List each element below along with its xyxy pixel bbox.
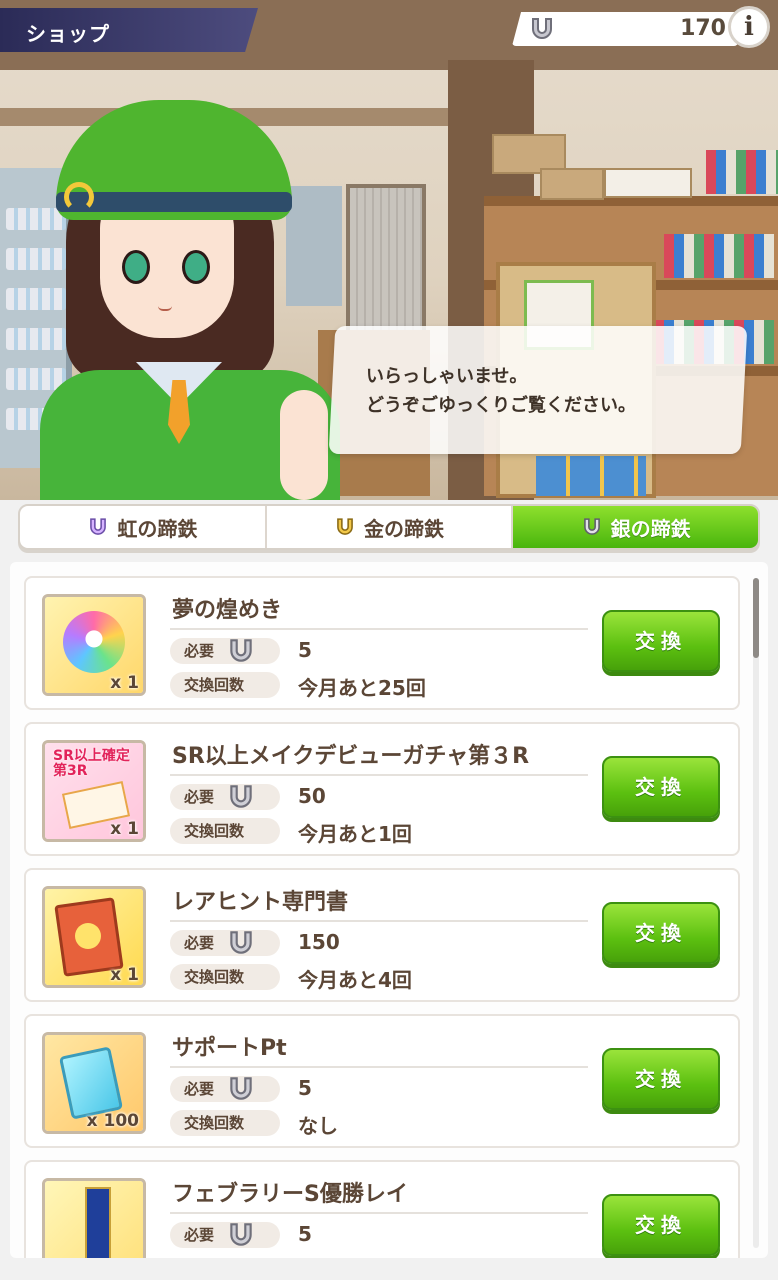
item-quantity: x 1 bbox=[110, 819, 139, 839]
exchange-count-label: 交換回数 bbox=[170, 818, 280, 844]
dialog-line-2: どうぞごゆっくりご覧ください。 bbox=[365, 395, 636, 416]
required-label: 必要 bbox=[170, 930, 280, 956]
cardboard-box bbox=[540, 168, 604, 200]
item-remaining: 今月あと4回 bbox=[298, 968, 412, 992]
item-cost: 5 bbox=[298, 1222, 312, 1246]
ticket-tag: SR以上確定第3R bbox=[53, 748, 130, 779]
cardboard-box bbox=[604, 168, 692, 198]
currency-display: 170 bbox=[512, 12, 738, 46]
item-remaining: 今月あと25回 bbox=[298, 676, 426, 700]
scrollbar-track[interactable] bbox=[753, 578, 759, 1248]
shopkeeper-character bbox=[30, 70, 360, 500]
shop-goods bbox=[536, 456, 646, 496]
item-cost: 5 bbox=[298, 638, 312, 662]
required-label: 必要 bbox=[170, 1076, 280, 1102]
currency-tabs: 虹の蹄鉄 金の蹄鉄 銀の蹄鉄 bbox=[18, 504, 760, 550]
info-button[interactable]: i bbox=[728, 6, 770, 48]
divider bbox=[170, 1066, 588, 1068]
lei-icon bbox=[42, 1178, 146, 1258]
info-icon: i bbox=[744, 12, 754, 42]
item-name: SR以上メイクデビューガチャ第３R bbox=[172, 744, 530, 769]
list-item: x 100 サポートPt 必要 5 交換回数 なし 交換 bbox=[24, 1014, 740, 1148]
horseshoe-silver-icon bbox=[532, 18, 552, 39]
item-quantity: x 100 bbox=[86, 1111, 139, 1131]
currency-amount: 170 bbox=[680, 16, 726, 41]
item-cost: 150 bbox=[298, 930, 340, 954]
item-cost: 50 bbox=[298, 784, 326, 808]
page-title-tab: ショップ bbox=[0, 8, 258, 52]
horseshoe-silver-icon bbox=[230, 931, 252, 954]
dialog-line-1: いらっしゃいませ。 bbox=[365, 366, 528, 387]
support-pt-icon: x 100 bbox=[42, 1032, 146, 1134]
divider bbox=[170, 1212, 588, 1214]
divider bbox=[170, 628, 588, 630]
list-item: SR以上確定第3R x 1 SR以上メイクデビューガチャ第３R 必要 50 交換… bbox=[24, 722, 740, 856]
horseshoe-rainbow-icon bbox=[90, 518, 107, 535]
tab-label: 虹の蹄鉄 bbox=[117, 516, 198, 541]
exchange-button[interactable]: 交換 bbox=[602, 756, 720, 818]
tab-rainbow-horseshoe[interactable]: 虹の蹄鉄 bbox=[20, 506, 267, 548]
list-item: x 1 レアヒント専門書 必要 150 交換回数 今月あと4回 交換 bbox=[24, 868, 740, 1002]
list-item: フェブラリーS優勝レイ 必要 5 交換 bbox=[24, 1160, 740, 1258]
hint-book-icon: x 1 bbox=[42, 886, 146, 988]
required-label: 必要 bbox=[170, 784, 280, 810]
horseshoe-silver-icon bbox=[230, 1223, 252, 1246]
exchange-button[interactable]: 交換 bbox=[602, 902, 720, 964]
horseshoe-silver-icon bbox=[230, 1077, 252, 1100]
horseshoe-silver-icon bbox=[230, 639, 252, 662]
page-title: ショップ bbox=[26, 22, 110, 46]
item-name: フェブラリーS優勝レイ bbox=[172, 1182, 408, 1207]
gacha-ticket-icon: SR以上確定第3R x 1 bbox=[42, 740, 146, 842]
item-quantity: x 1 bbox=[110, 673, 139, 693]
scrollbar-thumb[interactable] bbox=[753, 578, 759, 658]
top-books bbox=[706, 150, 778, 194]
divider bbox=[170, 774, 588, 776]
horseshoe-silver-icon bbox=[583, 518, 600, 535]
exchange-count-label: 交換回数 bbox=[170, 672, 280, 698]
tab-silver-horseshoe[interactable]: 銀の蹄鉄 bbox=[513, 506, 758, 548]
speech-bubble[interactable]: いらっしゃいませ。 どうぞごゆっくりご覧ください。 bbox=[328, 326, 748, 454]
exchange-count-label: 交換回数 bbox=[170, 964, 280, 990]
divider bbox=[170, 920, 588, 922]
list-item: x 1 夢の煌めき 必要 5 交換回数 今月あと25回 交換 bbox=[24, 576, 740, 710]
item-remaining: なし bbox=[298, 1114, 338, 1138]
tab-label: 銀の蹄鉄 bbox=[610, 516, 691, 541]
item-name: サポートPt bbox=[172, 1036, 287, 1061]
item-name: 夢の煌めき bbox=[172, 598, 283, 623]
item-remaining: 今月あと1回 bbox=[298, 822, 412, 846]
exchange-item-list[interactable]: x 1 夢の煌めき 必要 5 交換回数 今月あと25回 交換 SR以上確定第3R… bbox=[10, 562, 768, 1258]
tab-gold-horseshoe[interactable]: 金の蹄鉄 bbox=[267, 506, 514, 548]
horseshoe-gold-icon bbox=[337, 518, 353, 535]
horseshoe-silver-icon bbox=[230, 785, 252, 808]
exchange-count-label: 交換回数 bbox=[170, 1110, 280, 1136]
dream-sparkle-icon: x 1 bbox=[42, 594, 146, 696]
required-label: 必要 bbox=[170, 638, 280, 664]
tab-label: 金の蹄鉄 bbox=[364, 516, 444, 541]
item-cost: 5 bbox=[298, 1076, 312, 1100]
exchange-button[interactable]: 交換 bbox=[602, 1048, 720, 1110]
item-name: レアヒント専門書 bbox=[172, 890, 349, 915]
exchange-button[interactable]: 交換 bbox=[602, 1194, 720, 1256]
exchange-button[interactable]: 交換 bbox=[602, 610, 720, 672]
item-quantity: x 1 bbox=[110, 965, 139, 985]
required-label: 必要 bbox=[170, 1222, 280, 1248]
